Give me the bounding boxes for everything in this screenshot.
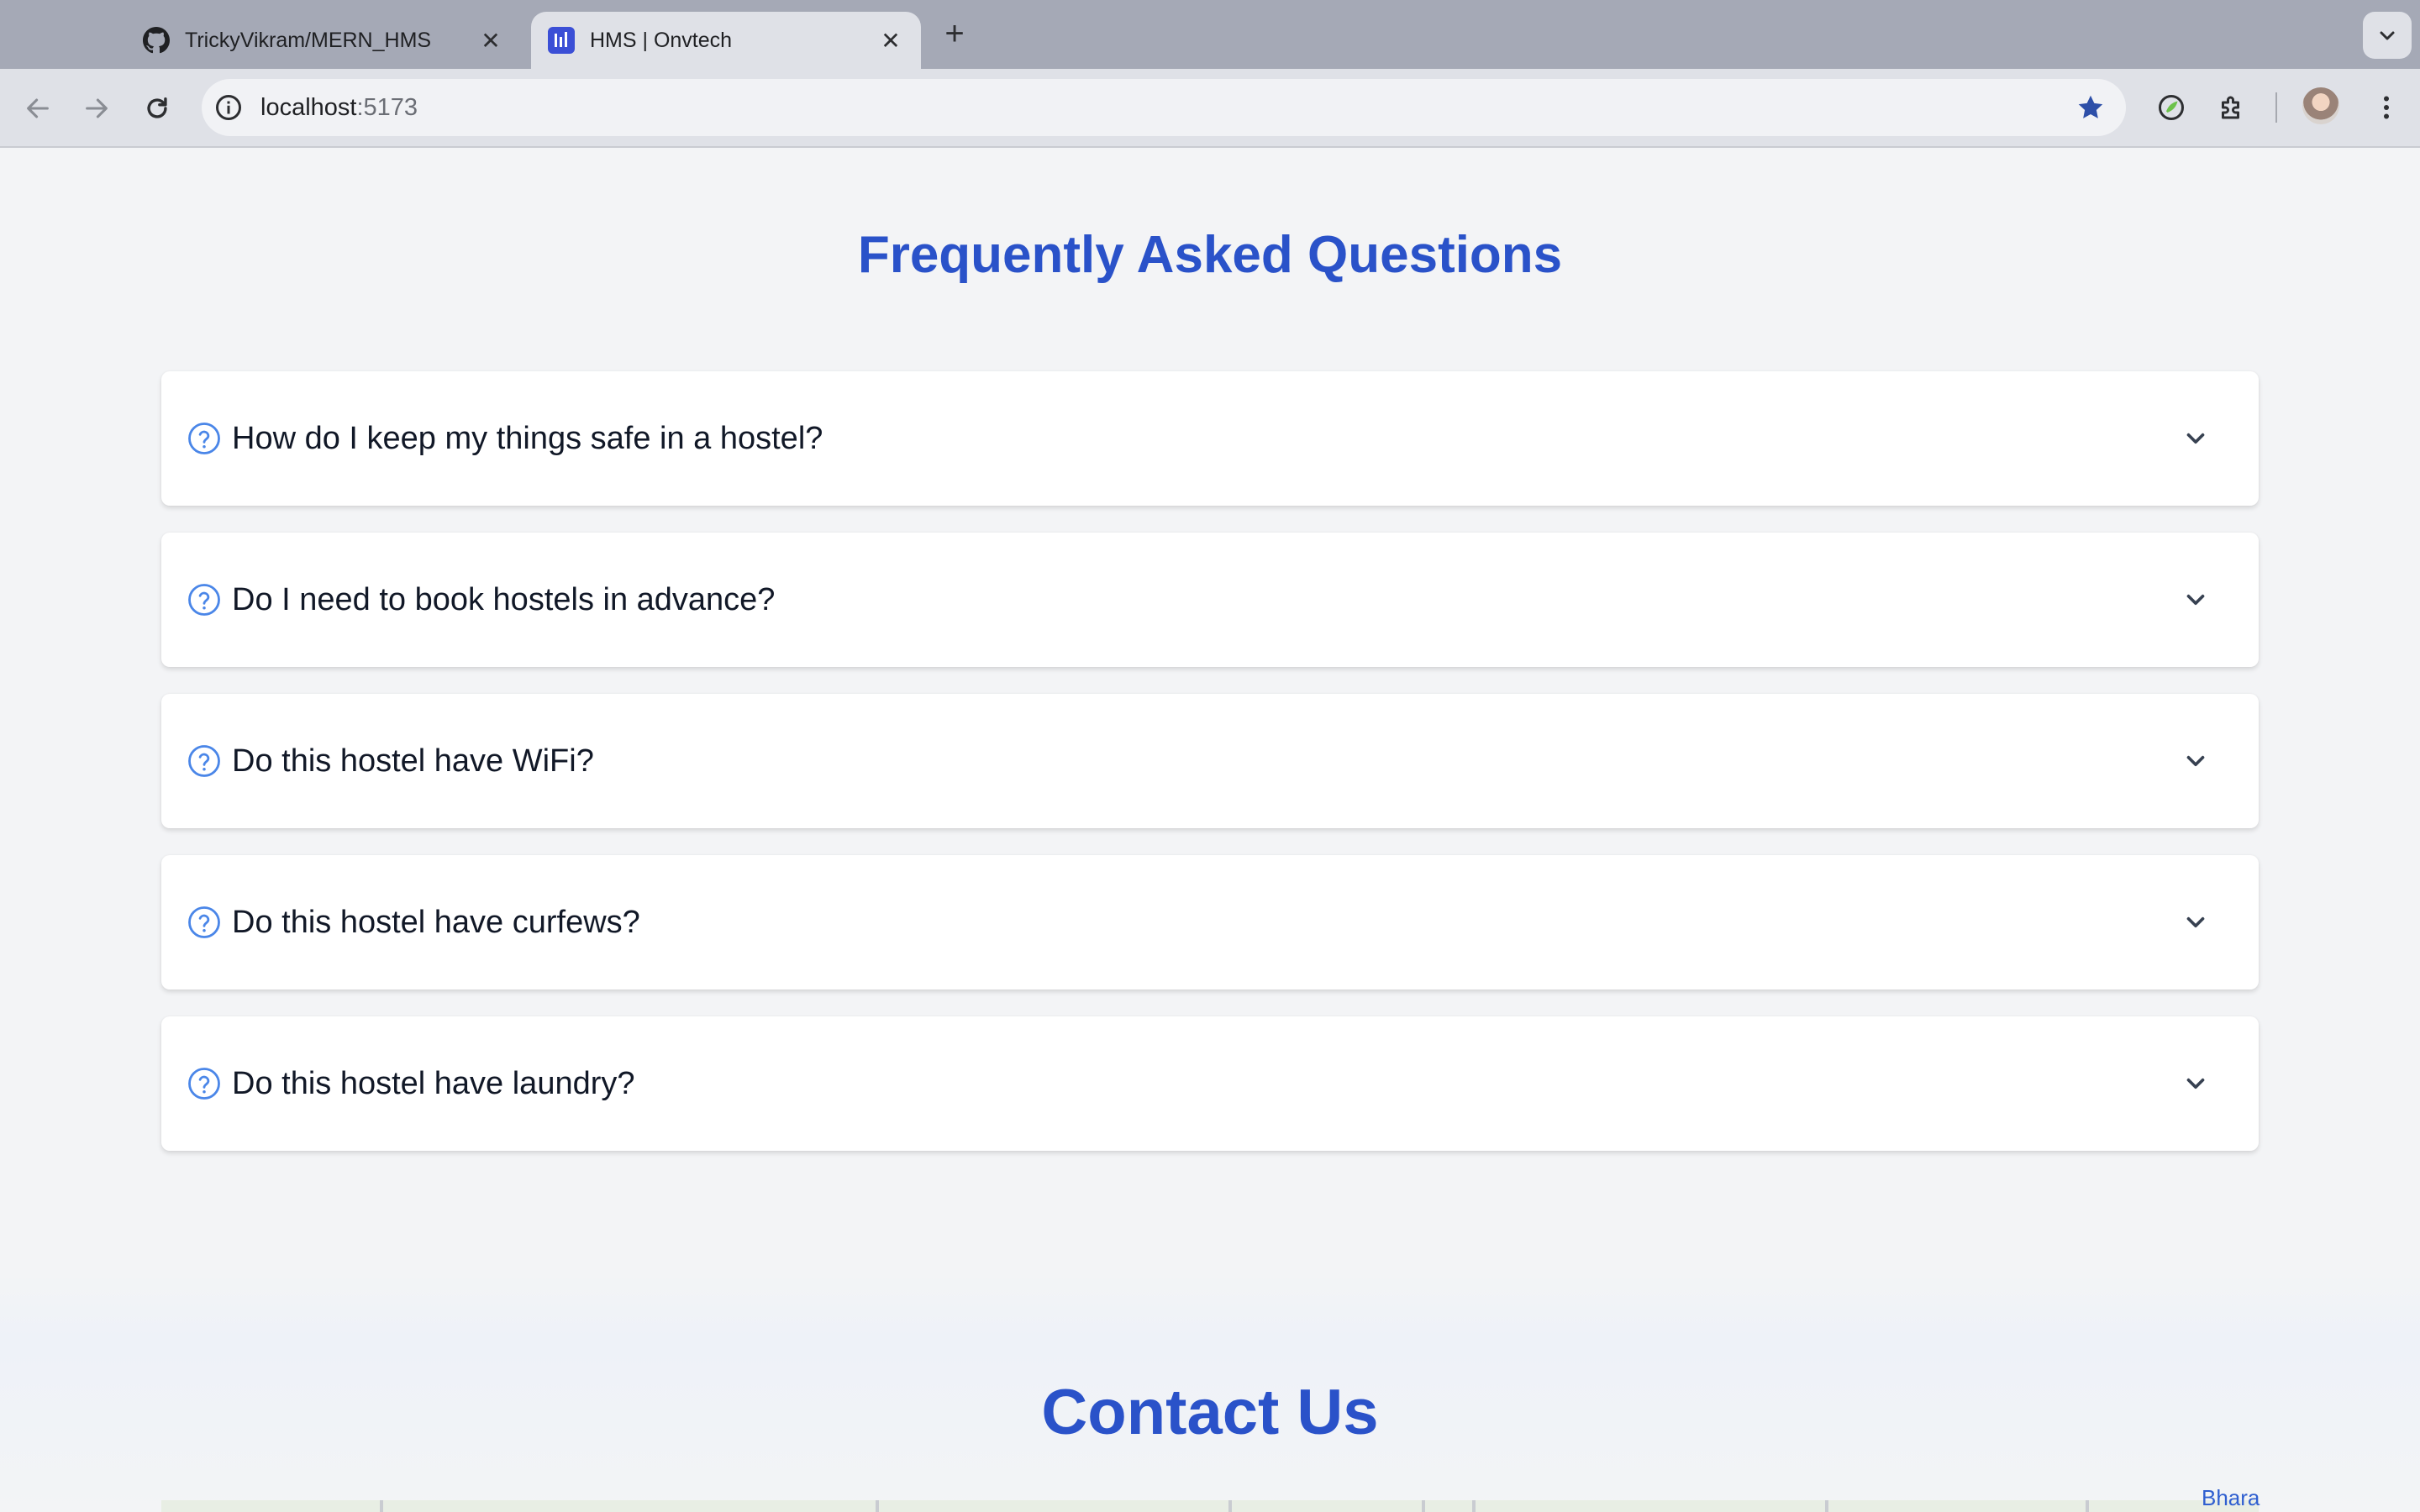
bookmark-star-icon[interactable] — [2075, 92, 2106, 123]
chevron-down-icon[interactable] — [2181, 1069, 2210, 1098]
chevron-down-icon[interactable] — [2181, 424, 2210, 453]
faq-question: Do I need to book hostels in advance? — [232, 581, 776, 617]
puzzle-icon — [2222, 96, 2239, 119]
faq-heading: Frequently Asked Questions — [857, 226, 1563, 284]
github-icon — [143, 27, 170, 54]
faq-question: How do I keep my things safe in a hostel… — [232, 420, 823, 456]
reload-button[interactable] — [138, 89, 176, 128]
faq-accordion-item[interactable]: Do this hostel have WiFi? — [161, 694, 2259, 828]
browser-tab-strip: TrickyVikram/MERN_HMS ✕ HMS | Onvtech ✕ … — [0, 0, 2420, 69]
contact-map[interactable] — [161, 1500, 2259, 1512]
faq-accordion-item[interactable]: How do I keep my things safe in a hostel… — [161, 371, 2259, 506]
tab-github-repo[interactable]: TrickyVikram/MERN_HMS ✕ — [126, 12, 521, 69]
faq-accordion-item[interactable]: Do this hostel have laundry? — [161, 1016, 2259, 1151]
tab-title: TrickyVikram/MERN_HMS — [185, 28, 432, 52]
map-road — [2086, 1500, 2089, 1512]
url-port: :5173 — [356, 93, 418, 121]
map-road — [1472, 1500, 1476, 1512]
faq-accordion-item[interactable]: Do I need to book hostels in advance? — [161, 533, 2259, 667]
forward-button[interactable] — [77, 89, 116, 128]
faq-question: Do this hostel have WiFi? — [232, 743, 594, 779]
toolbar-divider — [2275, 92, 2277, 123]
extension-leaf-icon-glyph — [2159, 95, 2184, 120]
extension-leaf-icon[interactable] — [2153, 89, 2190, 126]
arrow-left-icon — [27, 98, 49, 118]
page-content: Frequently Asked Questions How do I keep… — [0, 148, 2420, 1512]
url-host: localhost — [260, 93, 357, 121]
map-road — [1422, 1500, 1425, 1512]
chevron-down-icon[interactable] — [2181, 747, 2210, 775]
address-bar[interactable]: localhost:5173 — [202, 79, 2126, 136]
faq-question: Do this hostel have curfews? — [232, 904, 640, 940]
browser-toolbar: localhost:5173 — [0, 69, 2420, 148]
kebab-menu-icon — [2384, 96, 2389, 119]
tab-title: HMS | Onvtech — [590, 28, 733, 52]
question-circle-icon — [188, 745, 220, 777]
faq-accordion-item[interactable]: Do this hostel have curfews? — [161, 855, 2259, 990]
map-road — [380, 1500, 383, 1512]
profile-avatar[interactable] — [2302, 87, 2339, 124]
arrow-right-icon — [86, 98, 108, 118]
map-place-label: Bhara — [2202, 1485, 2260, 1510]
extensions-puzzle-icon[interactable] — [2213, 89, 2250, 126]
chart-bars-icon — [548, 27, 575, 54]
back-button[interactable] — [18, 89, 57, 128]
contact-heading: Contact Us — [1041, 1377, 1379, 1448]
faq-question: Do this hostel have laundry? — [232, 1065, 635, 1101]
question-circle-icon — [188, 1068, 220, 1100]
tab-hms-onvtech[interactable]: HMS | Onvtech ✕ — [531, 12, 921, 69]
url-text: localhost:5173 — [260, 94, 418, 122]
map-road — [1825, 1500, 1828, 1512]
chevron-down-icon — [2380, 31, 2395, 40]
close-tab-icon[interactable]: ✕ — [874, 27, 908, 55]
tab-search-button[interactable] — [2363, 12, 2412, 59]
chevron-down-icon[interactable] — [2181, 908, 2210, 937]
question-circle-icon — [188, 906, 220, 938]
browser-menu-button[interactable] — [2368, 89, 2405, 126]
map-road — [876, 1500, 879, 1512]
new-tab-button[interactable]: + — [938, 15, 971, 52]
map-road — [1228, 1500, 1232, 1512]
close-tab-icon[interactable]: ✕ — [474, 27, 508, 55]
reload-icon — [147, 97, 167, 118]
site-info-icon[interactable] — [213, 92, 244, 123]
question-circle-icon — [188, 423, 220, 454]
question-circle-icon — [188, 584, 220, 616]
chevron-down-icon[interactable] — [2181, 585, 2210, 614]
